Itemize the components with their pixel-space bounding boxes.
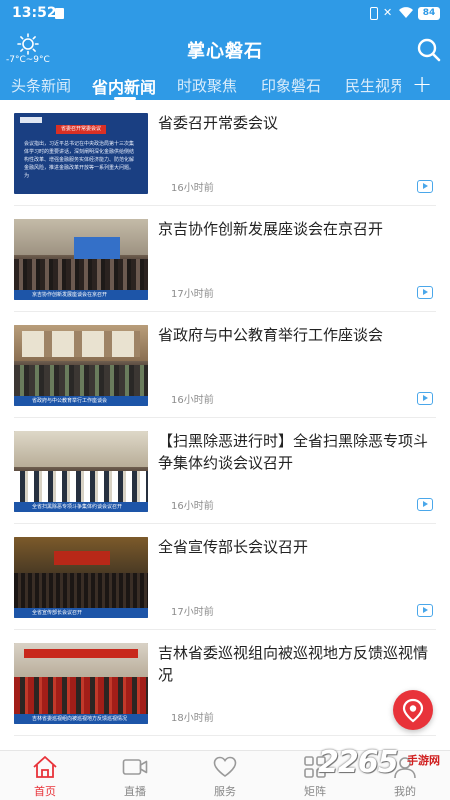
tab-livelihood[interactable]: 民生视界 [345,75,401,96]
video-play-icon [417,392,433,405]
thumbnail-caption: 吉林省委巡视组向被巡视地方反馈巡视情况 [14,714,148,724]
tab-headlines[interactable]: 头条新闻 [11,75,71,96]
news-item[interactable]: 全省扫黑除恶专项斗争集体约谈会议召开 【扫黑除恶进行时】全省扫黑除恶专项斗争集体… [0,418,450,524]
news-time: 16小时前 [171,395,214,406]
search-button[interactable] [416,37,442,63]
thumbnail-title: 省委召开常委会议 [56,125,106,134]
video-play-icon [417,604,433,617]
nav-label: 首页 [34,785,56,798]
thumbnail-caption: 全省扫黑除恶专项斗争集体约谈会议召开 [14,502,148,512]
news-list: 省委召开常委会议 会议指出，习近平总书记在中央政治局第十三次集体学习时的重要讲话… [0,100,450,750]
news-title[interactable]: 省委召开常委会议 [158,112,438,134]
home-icon [33,756,57,778]
wifi-icon [398,5,414,22]
search-icon [417,38,441,62]
location-pin-icon [402,698,424,723]
nav-live[interactable]: 直播 [90,751,180,800]
news-thumbnail: 省政府与中公教育举行工作座谈会 [14,325,148,406]
status-time: 13:52 [12,5,57,21]
status-bar: 13:52 ✕ 84 [0,0,450,28]
category-tabs: 头条新闻 省内新闻 时政聚焦 印象磐石 民生视界 + [0,70,450,100]
news-title[interactable]: 【扫黑除恶进行时】全省扫黑除恶专项斗争集体约谈会议召开 [158,430,438,474]
news-item[interactable]: 京吉协作创新发展座谈会在京召开 京吉协作创新发展座谈会在京召开 17小时前 [0,206,450,312]
nav-label: 我的 [394,785,416,798]
add-tab-button[interactable]: + [412,70,432,98]
thumbnail-caption: 全省宣传部长会议召开 [14,608,148,618]
app-title: 掌心磐石 [187,41,263,62]
watermark-text: 手游网 [407,754,440,767]
notification-icon [55,8,64,19]
video-camera-icon [122,759,148,775]
vibrate-icon [370,7,378,20]
news-time: 16小时前 [171,183,214,194]
news-time: 18小时前 [171,713,214,724]
tab-provincial-news[interactable]: 省内新闻 [92,74,156,98]
thumbnail-caption: 省政府与中公教育举行工作座谈会 [14,396,148,406]
nav-home[interactable]: 首页 [0,751,90,800]
tab-politics[interactable]: 时政聚焦 [177,75,237,96]
news-item[interactable]: 吉林省委巡视组向被巡视地方反馈巡视情况 吉林省委巡视组向被巡视地方反馈巡视情况 … [0,630,450,736]
battery-icon: 84 [418,7,440,20]
watermark-logo: 2265 [318,745,398,780]
news-item[interactable]: 全省宣传部长会议召开 全省宣传部长会议召开 17小时前 [0,524,450,630]
news-item[interactable]: 省委召开常委会议 会议指出，习近平总书记在中央政治局第十三次集体学习时的重要讲话… [0,100,450,206]
video-play-icon [417,180,433,193]
news-thumbnail: 京吉协作创新发展座谈会在京召开 [14,219,148,300]
thumbnail-text: 会议指出，习近平总书记在中央政治局第十三次集体学习时的重要讲话，深刻阐明深化金融… [24,141,135,179]
nav-label: 矩阵 [304,785,326,798]
news-thumbnail: 全省扫黑除恶专项斗争集体约谈会议召开 [14,431,148,512]
news-thumbnail: 吉林省委巡视组向被巡视地方反馈巡视情况 [14,643,148,724]
news-title[interactable]: 吉林省委巡视组向被巡视地方反馈巡视情况 [158,642,438,686]
video-play-icon [417,498,433,511]
location-button[interactable] [393,690,433,730]
news-thumbnail: 省委召开常委会议 会议指出，习近平总书记在中央政治局第十三次集体学习时的重要讲话… [14,113,148,194]
news-title[interactable]: 全省宣传部长会议召开 [158,536,438,558]
news-title[interactable]: 省政府与中公教育举行工作座谈会 [158,324,438,346]
news-time: 17小时前 [171,289,214,300]
nav-services[interactable]: 服务 [180,751,270,800]
news-item[interactable]: 省政府与中公教育举行工作座谈会 省政府与中公教育举行工作座谈会 16小时前 [0,312,450,418]
nav-label: 直播 [124,785,146,798]
heart-icon [213,756,237,777]
thumbnail-caption: 京吉协作创新发展座谈会在京召开 [14,290,148,300]
news-time: 16小时前 [171,501,214,512]
news-time: 17小时前 [171,607,214,618]
nav-label: 服务 [214,785,236,798]
video-play-icon [417,286,433,299]
no-sim-icon: ✕ [383,6,393,19]
news-thumbnail: 全省宣传部长会议召开 [14,537,148,618]
app-header: -7°C~9°C 掌心磐石 [0,28,450,70]
news-title[interactable]: 京吉协作创新发展座谈会在京召开 [158,218,438,240]
tab-impression[interactable]: 印象磐石 [261,75,321,96]
